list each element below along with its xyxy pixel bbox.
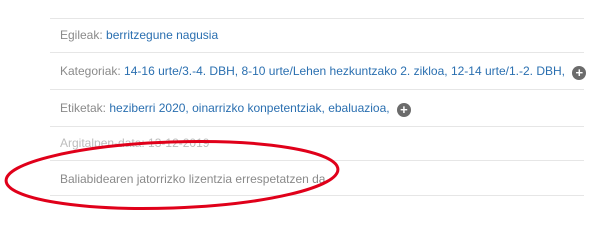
publish-date-text: Argitalpen-data: 13-12-2019: [60, 136, 210, 150]
author-label: Egileak:: [60, 28, 103, 42]
tag-link[interactable]: oinarrizko konpetentziak,: [192, 101, 325, 115]
tags-label: Etiketak:: [60, 101, 107, 115]
tags-row: Etiketak: heziberri 2020, oinarrizko kon…: [50, 89, 584, 126]
category-link[interactable]: 14-16 urte/3.-4. DBH,: [124, 64, 238, 78]
publish-date-row: Argitalpen-data: 13-12-2019: [50, 126, 584, 160]
tag-link[interactable]: heziberri 2020,: [109, 101, 188, 115]
categories-label: Kategoriak:: [60, 64, 121, 78]
license-row: Baliabidearen jatorrizko lizentzia erres…: [50, 160, 584, 196]
license-text: Baliabidearen jatorrizko lizentzia erres…: [60, 172, 329, 186]
category-link[interactable]: 12-14 urte/1.-2. DBH,: [451, 64, 565, 78]
author-row: Egileak: berritzegune nagusia: [50, 18, 584, 52]
categories-row: Kategoriak: 14-16 urte/3.-4. DBH, 8-10 u…: [50, 52, 587, 89]
tag-link[interactable]: ebaluazioa,: [328, 101, 389, 115]
plus-circle-icon[interactable]: +: [572, 66, 587, 80]
author-link[interactable]: berritzegune nagusia: [106, 28, 218, 42]
resource-metadata-panel: Egileak: berritzegune nagusia Kategoriak…: [50, 18, 587, 196]
plus-circle-icon[interactable]: +: [396, 103, 411, 117]
category-link[interactable]: 8-10 urte/Lehen hezkuntzako 2. zikloa,: [241, 64, 447, 78]
